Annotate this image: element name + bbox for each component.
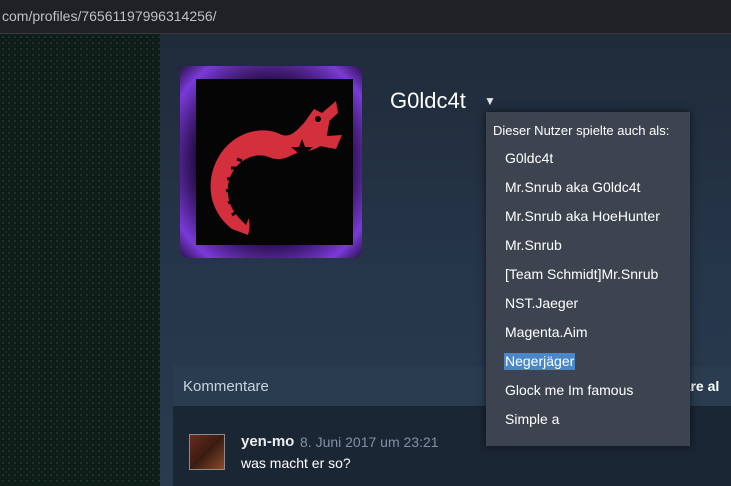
alias-item: G0ldc4t xyxy=(505,150,554,166)
profile-avatar[interactable] xyxy=(196,79,353,245)
address-url[interactable]: com/profiles/76561197996314256/ xyxy=(2,8,217,24)
alias-item: Mr.Snrub aka G0ldc4t xyxy=(505,179,641,195)
browser-address-bar[interactable]: com/profiles/76561197996314256/ xyxy=(0,0,731,34)
comment-text: was macht er so? xyxy=(241,455,351,471)
alias-item: Magenta.Aim xyxy=(505,324,588,340)
alias-item-selected: Negerjäger xyxy=(504,353,576,370)
comment-author[interactable]: yen-mo xyxy=(241,433,294,450)
caret-down-icon[interactable]: ▼ xyxy=(484,94,496,108)
alias-item: Glock me Im famous xyxy=(505,382,634,398)
alias-item: NST.Jaeger xyxy=(505,295,579,311)
profile-background-pattern xyxy=(0,34,160,486)
comments-title: Kommentare xyxy=(183,378,269,395)
comment-date: 8. Juni 2017 um 23:21 xyxy=(300,434,439,450)
persona-name: G0ldc4t xyxy=(390,88,466,113)
alias-dropdown-header: Dieser Nutzer spielte auch als: xyxy=(493,123,670,138)
alias-item: [Team Schmidt]Mr.Snrub xyxy=(505,266,659,282)
alias-history-dropdown: Dieser Nutzer spielte auch als: G0ldc4t … xyxy=(486,112,690,446)
alias-item: Mr.Snrub aka HoeHunter xyxy=(505,208,660,224)
alias-item: Mr.Snrub xyxy=(505,237,562,253)
alias-item: Simple a xyxy=(505,411,560,427)
snake-avatar-icon xyxy=(196,79,353,245)
commenter-avatar[interactable] xyxy=(189,434,225,470)
